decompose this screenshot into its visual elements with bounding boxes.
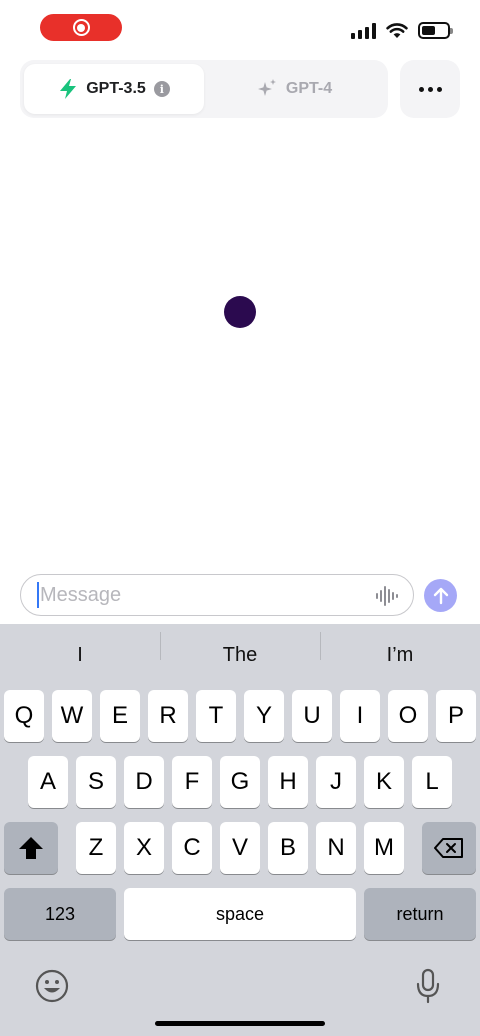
letter-key[interactable]: Q <box>4 690 44 742</box>
home-indicator[interactable] <box>155 1021 325 1026</box>
send-button[interactable] <box>424 579 457 612</box>
backspace-key[interactable] <box>422 822 476 874</box>
letter-key[interactable]: L <box>412 756 452 808</box>
sparkles-icon <box>257 79 276 96</box>
emoji-icon[interactable] <box>32 966 72 1006</box>
letter-key[interactable]: X <box>124 822 164 874</box>
letter-key[interactable]: F <box>172 756 212 808</box>
letter-key[interactable]: M <box>364 822 404 874</box>
more-options-button[interactable] <box>400 60 460 118</box>
letter-key[interactable]: O <box>388 690 428 742</box>
suggestion[interactable]: The <box>160 631 320 667</box>
shift-arrow-icon <box>19 837 43 859</box>
status-icons <box>351 22 453 39</box>
screen-recording-indicator[interactable] <box>40 14 122 41</box>
battery-icon <box>418 22 453 39</box>
status-bar <box>0 0 480 56</box>
letter-key[interactable]: P <box>436 690 476 742</box>
loading-indicator <box>224 296 256 328</box>
return-key[interactable]: return <box>364 888 476 940</box>
model-option-gpt35[interactable]: GPT-3.5 i <box>24 64 204 114</box>
message-composer <box>20 574 414 616</box>
wifi-icon <box>386 23 408 38</box>
letter-key[interactable]: H <box>268 756 308 808</box>
on-screen-keyboard: I The I’m QWERTYUIOP ASDFGHJKL ZXCVBNM 1… <box>0 624 480 1036</box>
suggestion[interactable]: I’m <box>320 631 480 667</box>
letter-key[interactable]: C <box>172 822 212 874</box>
letter-key[interactable]: T <box>196 690 236 742</box>
suggestion[interactable]: I <box>0 644 160 667</box>
model-switcher: GPT-3.5 i GPT-4 <box>20 60 388 118</box>
bolt-icon <box>60 79 77 99</box>
dictation-microphone-icon[interactable] <box>408 966 448 1006</box>
letter-key[interactable]: B <box>268 822 308 874</box>
letter-key[interactable]: U <box>292 690 332 742</box>
letter-key[interactable]: K <box>364 756 404 808</box>
more-icon-dot <box>418 86 424 92</box>
letter-key[interactable]: W <box>52 690 92 742</box>
letter-key[interactable]: R <box>148 690 188 742</box>
model-label: GPT-3.5 <box>86 80 146 97</box>
message-input[interactable] <box>40 583 350 607</box>
letter-key[interactable]: D <box>124 756 164 808</box>
letter-key[interactable]: V <box>220 822 260 874</box>
letter-key[interactable]: N <box>316 822 356 874</box>
predictive-text-bar: I The I’m <box>0 624 480 686</box>
letter-key[interactable]: Y <box>244 690 284 742</box>
letter-key[interactable]: I <box>340 690 380 742</box>
info-icon[interactable]: i <box>153 81 170 97</box>
model-label: GPT-4 <box>285 80 333 97</box>
numbers-key[interactable]: 123 <box>4 888 116 940</box>
space-key[interactable]: space <box>124 888 356 940</box>
arrow-up-icon <box>433 587 448 604</box>
delete-backward-icon <box>434 838 463 858</box>
letter-key[interactable]: Z <box>76 822 116 874</box>
shift-key[interactable] <box>4 822 58 874</box>
voice-waveform-icon[interactable] <box>375 585 399 607</box>
cellular-signal-icon <box>351 22 376 39</box>
letter-key[interactable]: G <box>220 756 260 808</box>
model-option-gpt4[interactable]: GPT-4 <box>204 64 384 114</box>
letter-key[interactable]: J <box>316 756 356 808</box>
text-cursor <box>37 582 39 608</box>
record-icon <box>72 19 90 36</box>
letter-key[interactable]: E <box>100 690 140 742</box>
letter-key[interactable]: S <box>76 756 116 808</box>
letter-key[interactable]: A <box>28 756 68 808</box>
